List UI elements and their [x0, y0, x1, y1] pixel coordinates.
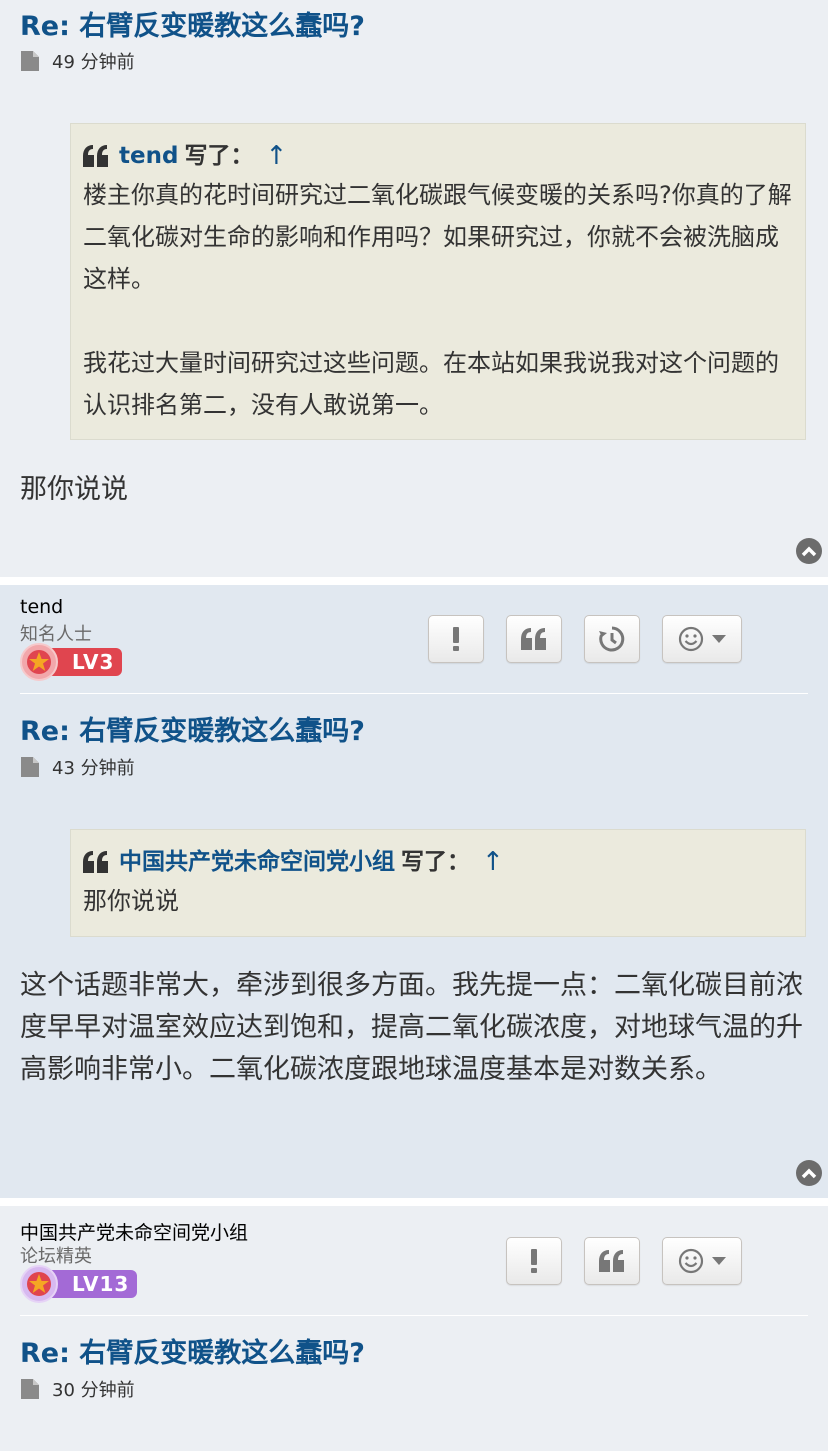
quote-header: tend 写了： ↑: [83, 138, 793, 174]
back-to-top-button[interactable]: [796, 1160, 822, 1186]
chevron-down-icon: [712, 1257, 726, 1265]
post-author-name[interactable]: 中国共产党未命空间党小组: [20, 1218, 248, 1245]
chevron-up-icon: [801, 1168, 817, 1179]
exclamation-icon: [531, 1249, 537, 1273]
file-icon: [21, 1379, 39, 1399]
quote-icon: [83, 851, 108, 873]
post-title[interactable]: Re: 右臂反变暖教这么蠢吗?: [20, 4, 365, 43]
history-icon: [599, 626, 625, 652]
post-content: 这个话题非常大，牵涉到很多方面。我先提一点：二氧化碳目前浓度早早对温室效应达到饱…: [20, 970, 803, 1085]
post-header-divider: [20, 1315, 808, 1316]
file-icon: [21, 51, 39, 71]
quote-author[interactable]: tend: [119, 138, 178, 174]
file-icon: [21, 757, 39, 777]
post-title[interactable]: Re: 右臂反变暖教这么蠢吗?: [20, 709, 365, 748]
quote-jump-arrow[interactable]: ↑: [265, 138, 287, 174]
quote-text: 那你说说: [83, 887, 179, 915]
report-button[interactable]: [428, 615, 484, 663]
star-icon: [20, 643, 58, 681]
quote-text: 楼主你真的花时间研究过二氧化碳跟气候变暖的关系吗?你真的了解二氧化碳对生命的影响…: [83, 181, 792, 419]
star-icon: [20, 1265, 58, 1303]
rank-badge: LV3: [20, 643, 123, 681]
rank-badge: LV13: [20, 1265, 138, 1303]
chevron-up-icon: [801, 546, 817, 557]
post-time: 30 分钟前: [52, 1380, 135, 1401]
quote-block: tend 写了： ↑ 楼主你真的花时间研究过二氧化碳跟气候变暖的关系吗?你真的了…: [70, 123, 806, 440]
quote-block: 中国共产党未命空间党小组 写了： ↑ 那你说说: [70, 829, 806, 937]
smiley-icon: [678, 626, 704, 652]
exclamation-icon: [453, 627, 459, 651]
post-3: 中国共产党未命空间党小组 论坛精英 LV13 Re: 右臂反变暖教这么蠢吗? 3…: [0, 1206, 828, 1451]
quote-author[interactable]: 中国共产党未命空间党小组: [119, 844, 395, 880]
reaction-button[interactable]: [662, 615, 742, 663]
history-button[interactable]: [584, 615, 640, 663]
post-meta: 30 分钟前: [21, 1377, 135, 1401]
post-header-divider: [20, 693, 808, 694]
quote-icon: [83, 145, 108, 167]
post-1: Re: 右臂反变暖教这么蠢吗? 49 分钟前 tend 写了： ↑ 楼主你真的花…: [0, 0, 828, 577]
post-time: 49 分钟前: [52, 52, 135, 73]
quote-icon: [521, 628, 546, 650]
post-title[interactable]: Re: 右臂反变暖教这么蠢吗?: [20, 1331, 365, 1370]
post-content: 那你说说: [20, 474, 128, 505]
post-time: 43 分钟前: [52, 758, 135, 779]
quote-icon: [599, 1250, 624, 1272]
quote-wrote-label: 写了：: [184, 143, 254, 169]
report-button[interactable]: [506, 1237, 562, 1285]
chevron-down-icon: [712, 635, 726, 643]
quote-button[interactable]: [584, 1237, 640, 1285]
quote-button[interactable]: [506, 615, 562, 663]
smiley-icon: [678, 1248, 704, 1274]
quote-wrote-label: 写了：: [401, 849, 470, 875]
post-2: tend 知名人士 LV3 Re: 右臂反变暖教这么蠢吗? 43 分钟前 中国共…: [0, 585, 828, 1198]
back-to-top-button[interactable]: [796, 538, 822, 564]
post-meta: 49 分钟前: [21, 49, 135, 73]
post-meta: 43 分钟前: [21, 755, 135, 779]
post-author-name[interactable]: tend: [20, 596, 63, 618]
quote-jump-arrow[interactable]: ↑: [482, 844, 504, 880]
quote-header: 中国共产党未命空间党小组 写了： ↑: [83, 844, 793, 880]
reaction-button[interactable]: [662, 1237, 742, 1285]
